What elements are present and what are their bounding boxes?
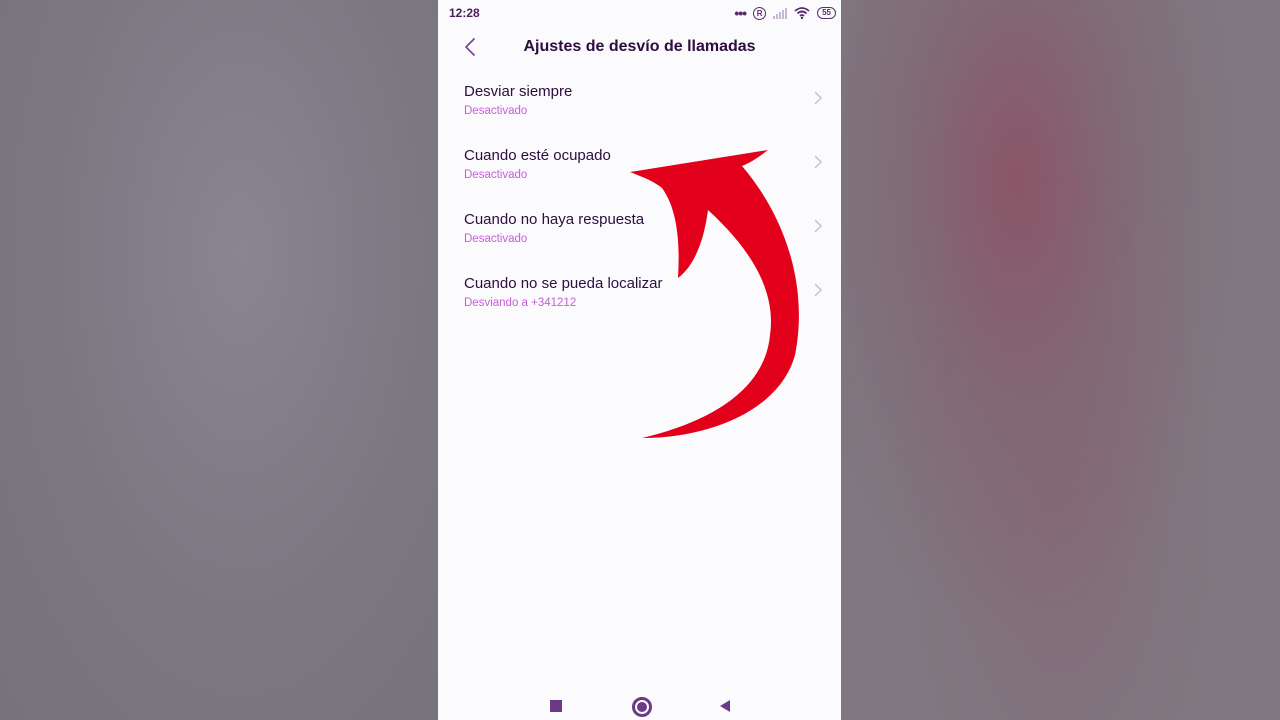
app-header: Ajustes de desvío de llamadas xyxy=(438,28,841,66)
list-item-cuando-ocupado[interactable]: Cuando esté ocupado Desactivado xyxy=(438,130,841,194)
more-dots-icon: ••• xyxy=(734,5,747,21)
phone-screen: 12:28 ••• R 55 Ajustes de desvío de llam… xyxy=(438,0,841,720)
item-status: Desactivado xyxy=(464,105,528,117)
status-bar: 12:28 ••• R 55 xyxy=(438,0,841,26)
list-item-desviar-siempre[interactable]: Desviar siempre Desactivado xyxy=(438,66,841,130)
chevron-right-icon xyxy=(814,219,823,233)
recents-square-icon[interactable] xyxy=(550,700,562,712)
chevron-right-icon xyxy=(814,91,823,105)
item-status: Desviando a +341212 xyxy=(464,297,577,309)
navigation-bar xyxy=(438,690,841,720)
chevron-right-icon xyxy=(814,283,823,297)
list-item-sin-respuesta[interactable]: Cuando no haya respuesta Desactivado xyxy=(438,194,841,258)
battery-icon: 55 xyxy=(817,7,836,19)
home-circle-icon[interactable] xyxy=(632,697,652,717)
video-background-left xyxy=(0,0,438,720)
video-background-right xyxy=(841,0,1280,720)
settings-list: Desviar siempre Desactivado Cuando esté … xyxy=(438,66,841,322)
item-title: Cuando esté ocupado xyxy=(464,147,611,164)
item-status: Desactivado xyxy=(464,233,528,245)
status-time: 12:28 xyxy=(449,6,480,20)
back-triangle-icon[interactable] xyxy=(718,699,732,713)
status-icons: ••• R 55 xyxy=(734,5,836,21)
signal-icon xyxy=(773,7,788,19)
item-title: Desviar siempre xyxy=(464,83,573,100)
wifi-icon xyxy=(794,7,810,19)
item-title: Cuando no se pueda localizar xyxy=(464,275,663,292)
item-status: Desactivado xyxy=(464,169,528,181)
page-title: Ajustes de desvío de llamadas xyxy=(523,38,756,55)
item-title: Cuando no haya respuesta xyxy=(464,211,645,228)
chevron-right-icon xyxy=(814,155,823,169)
list-item-no-localizable[interactable]: Cuando no se pueda localizar Desviando a… xyxy=(438,258,841,322)
registered-icon: R xyxy=(753,6,767,20)
